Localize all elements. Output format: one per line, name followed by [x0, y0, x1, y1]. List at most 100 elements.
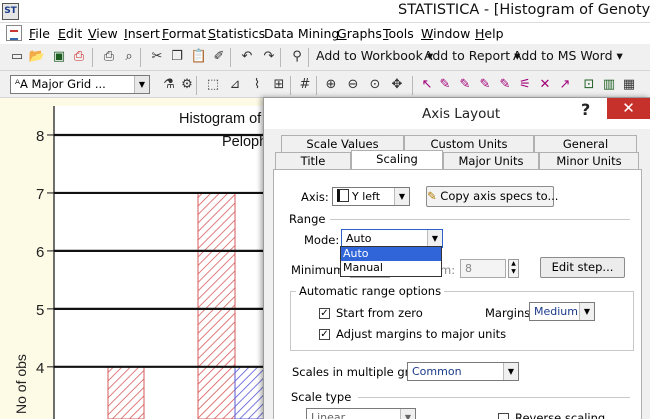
scale-type-select[interactable]: Linear ▼ [306, 408, 416, 419]
maximum-spinner[interactable]: ▲ ▼ [508, 259, 519, 278]
menu-item-help[interactable]: Help [475, 26, 504, 41]
tab-scaling[interactable]: Scaling [351, 150, 443, 169]
menu-item-tools[interactable]: Tools [383, 26, 414, 41]
brush-box-icon[interactable]: ✎ [496, 76, 514, 94]
save-icon[interactable]: ▣ [50, 48, 68, 66]
start-from-zero-label: Start from zero [336, 306, 423, 320]
margins-select-value: Medium [534, 305, 578, 318]
tab-major-units[interactable]: Major Units [443, 152, 539, 169]
chevron-down-icon[interactable]: ▼ [503, 363, 518, 380]
y-axis-label: No of obs [13, 354, 29, 414]
pan-icon[interactable]: ✥ [388, 76, 406, 94]
camera-icon[interactable]: ▥ [600, 76, 618, 94]
axis-select[interactable]: Y left ▼ [332, 187, 410, 206]
grid-icon[interactable]: # [296, 76, 314, 94]
add-to-workbook-button[interactable]: Add to Workbook ▾ [316, 48, 433, 63]
brush-wand-icon[interactable]: ⚟ [516, 76, 534, 94]
chart-title: Histogram of [179, 111, 262, 127]
menu-item-data-mining[interactable]: Data Mining [264, 26, 339, 41]
mode-option-manual[interactable]: Manual [341, 261, 441, 275]
graph-element-value: Major Grid ... [31, 77, 106, 91]
menu-bar: File Edit View Insert Format Statistics Data M… [0, 23, 650, 44]
zoom-in-icon[interactable]: ⊕ [322, 76, 340, 94]
histogram-bar [234, 366, 266, 419]
copy-axis-specs-button[interactable]: ✎ Copy axis specs to... [426, 186, 558, 207]
standard-toolbar: Add to Workbook ▾ Add to Report ▾ Add to… [0, 44, 650, 71]
toolbar-separator [92, 48, 93, 67]
mode-dropdown-list: Auto Manual [340, 246, 442, 277]
line-chart-icon[interactable]: ⌇ [248, 76, 266, 94]
lock-icon[interactable]: ⊡ [580, 76, 598, 94]
graph-data-icon[interactable]: ⚗ [160, 76, 178, 94]
help-button[interactable]: ? [581, 100, 590, 119]
edit-step-button[interactable]: Edit step... [540, 257, 625, 278]
menu-item-statistics[interactable]: Statistics [208, 26, 265, 41]
pdf-icon[interactable]: ⎙ [70, 48, 88, 66]
select-region-icon[interactable]: ⬚ [204, 76, 222, 94]
table-icon[interactable]: ▦ [620, 76, 638, 94]
brush-lasso-icon[interactable]: ✎ [476, 76, 494, 94]
automatic-range-title: Automatic range options [296, 284, 445, 298]
brush-point-icon[interactable]: ✎ [456, 76, 474, 94]
menu-item-view[interactable]: View [88, 26, 118, 41]
print-preview-icon[interactable]: ⌕ [120, 48, 138, 66]
y-axis-icon [337, 189, 349, 202]
chevron-down-icon[interactable]: ▼ [394, 188, 409, 205]
menu-item-graphs[interactable]: Graphs [337, 26, 382, 41]
insert-chart-icon[interactable]: ⊞ [270, 76, 288, 94]
document-icon[interactable] [6, 25, 22, 41]
format-painter-icon[interactable]: ✐ [210, 48, 228, 66]
edit-icon: ✎ [427, 189, 437, 203]
chevron-down-icon[interactable]: ▼ [427, 230, 442, 247]
start-from-zero-checkbox[interactable]: ✓ [319, 308, 330, 319]
mode-option-auto[interactable]: Auto [341, 247, 441, 261]
add-to-ms-word-button[interactable]: Add to MS Word ▾ [513, 48, 623, 63]
undo-icon[interactable]: ↶ [238, 48, 256, 66]
chevron-down-icon[interactable]: ▼ [579, 303, 594, 320]
chevron-down-icon[interactable]: ▼ [400, 409, 415, 419]
margins-label: Margins: [485, 306, 535, 320]
adjust-margins-checkbox[interactable]: ✓ [319, 329, 330, 340]
new-icon[interactable]: ▭ [8, 48, 26, 66]
tab-general[interactable]: General [534, 135, 637, 152]
binoculars-icon[interactable]: ⚲ [288, 48, 306, 66]
pointer-icon[interactable]: ↖ [418, 76, 436, 94]
font-style-icon: ᴬA [15, 77, 28, 91]
menu-item-edit[interactable]: Edit [58, 26, 82, 41]
open-folder-icon[interactable]: 📂 [28, 48, 46, 66]
copy-icon[interactable]: ❐ [168, 48, 186, 66]
margins-select[interactable]: Medium ▼ [529, 302, 595, 321]
print-icon[interactable]: ⎙ [100, 48, 118, 66]
menu-item-file[interactable]: File [29, 26, 50, 41]
reverse-scaling-checkbox[interactable] [498, 413, 509, 419]
adjust-margins-label: Adjust margins to major units [336, 327, 507, 341]
brush-icon[interactable]: ✎ [436, 76, 454, 94]
toolbar-separator [196, 76, 197, 95]
axis-icon[interactable]: ⊿ [226, 76, 244, 94]
cut-icon[interactable]: ✂ [148, 48, 166, 66]
zoom-fit-icon[interactable]: ⊙ [366, 76, 384, 94]
dialog-title-bar: Axis Layout ? ✕ [264, 98, 650, 129]
copy-axis-specs-label: Copy axis specs to... [440, 189, 559, 203]
menu-item-insert[interactable]: Insert [124, 26, 160, 41]
graph-element-selector[interactable]: ᴬA Major Grid ... ▼ [10, 75, 150, 94]
histogram-bar [197, 192, 236, 419]
range-divider [330, 219, 630, 220]
close-button[interactable]: ✕ [607, 98, 650, 119]
menu-item-window[interactable]: Window [421, 26, 470, 41]
app-icon[interactable]: ST [2, 3, 19, 20]
y-tick-label: 7 [36, 186, 44, 203]
graph-options-icon[interactable]: ⚙ [178, 76, 196, 94]
brush-x-icon[interactable]: ✕ [536, 76, 554, 94]
zoom-out-icon[interactable]: ⊖ [344, 76, 362, 94]
tab-title[interactable]: Title [275, 152, 351, 169]
redo-icon[interactable]: ↷ [260, 48, 278, 66]
maximum-input[interactable]: 8 [460, 259, 506, 278]
scales-multiple-select[interactable]: Common ▼ [407, 362, 519, 381]
chevron-down-icon[interactable]: ▼ [134, 76, 149, 93]
paste-icon[interactable]: 📋 [190, 48, 208, 66]
menu-item-format[interactable]: Format [162, 26, 206, 41]
brush-cursor-icon[interactable]: ↗ [556, 76, 574, 94]
add-to-report-button[interactable]: Add to Report ▾ [424, 48, 520, 63]
tab-minor-units[interactable]: Minor Units [539, 152, 639, 169]
